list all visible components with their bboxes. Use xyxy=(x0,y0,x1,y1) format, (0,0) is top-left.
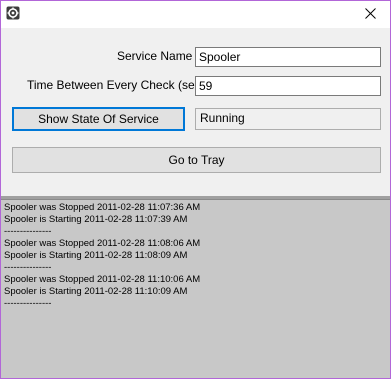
log-line: Spooler is Starting 2011-02-28 11:10:09 … xyxy=(4,286,188,297)
log-line: Spooler is Starting 2011-02-28 11:08:09 … xyxy=(4,250,188,261)
log-line: Spooler was Stopped 2011-02-28 11:10:06 … xyxy=(4,274,201,285)
interval-label: Time Between Every Check (sec) xyxy=(27,78,205,92)
log-line: --------------- xyxy=(4,298,52,309)
log-textarea[interactable]: Spooler was Stopped 2011-02-28 11:07:36 … xyxy=(1,199,390,378)
log-line: Spooler was Stopped 2011-02-28 11:08:06 … xyxy=(4,238,201,249)
service-name-input[interactable] xyxy=(195,47,381,67)
gear-icon xyxy=(6,6,20,20)
log-line: Spooler is Starting 2011-02-28 11:07:39 … xyxy=(4,214,188,225)
service-name-label: Service Name xyxy=(117,49,193,63)
log-line: --------------- xyxy=(4,226,52,237)
show-state-button[interactable]: Show State Of Service xyxy=(12,107,185,131)
log-line: Spooler was Stopped 2011-02-28 11:07:36 … xyxy=(4,202,201,213)
go-to-tray-button[interactable]: Go to Tray xyxy=(12,147,381,173)
app-window: Service Name Time Between Every Check (s… xyxy=(0,0,391,379)
interval-input[interactable] xyxy=(195,76,381,96)
log-line: --------------- xyxy=(4,262,52,273)
service-state-field: Running xyxy=(195,108,381,130)
close-button[interactable] xyxy=(350,1,390,28)
title-bar[interactable] xyxy=(1,1,390,28)
close-icon xyxy=(364,7,376,22)
client-area: Service Name Time Between Every Check (s… xyxy=(1,28,390,378)
